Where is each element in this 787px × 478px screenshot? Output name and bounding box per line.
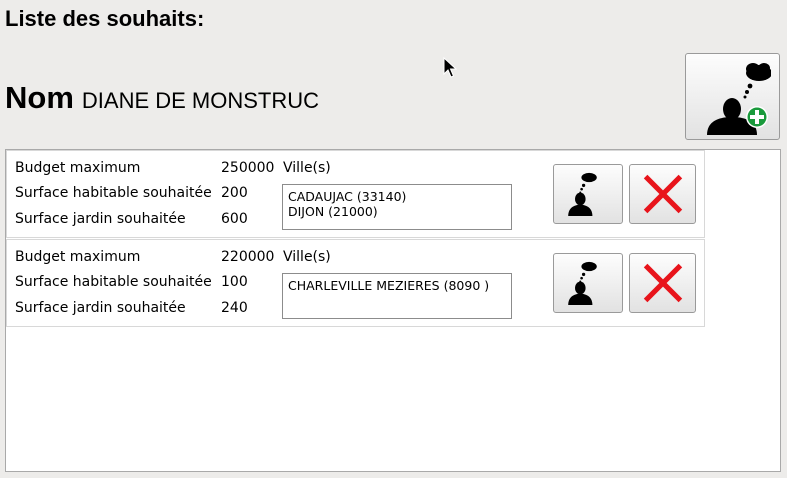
- cities-label: Ville(s): [283, 160, 331, 176]
- name-value: DIANE DE MONSTRUC: [81, 88, 320, 113]
- add-wish-button[interactable]: [685, 53, 780, 140]
- delete-wish-button[interactable]: [629, 253, 696, 313]
- person-thought-icon: [566, 172, 610, 216]
- delete-wish-button[interactable]: [629, 164, 696, 224]
- surface-jardin-value: 600: [221, 211, 248, 227]
- budget-label: Budget maximum: [15, 249, 141, 265]
- budget-value: 220000: [221, 249, 275, 265]
- surface-jardin-value: 240: [221, 300, 248, 316]
- edit-wish-button[interactable]: [553, 253, 623, 313]
- name-label: Nom: [5, 80, 74, 115]
- budget-label: Budget maximum: [15, 160, 141, 176]
- person-thought-plus-icon: [706, 62, 771, 135]
- wish-item: Budget maximum 220000 Surface habitable …: [6, 239, 705, 327]
- person-thought-icon: [566, 261, 610, 305]
- edit-wish-button[interactable]: [553, 164, 623, 224]
- name-row: Nom DIANE DE MONSTRUC: [5, 80, 319, 116]
- city-item[interactable]: CADAUJAC (33140): [288, 189, 506, 204]
- cities-list[interactable]: CADAUJAC (33140) DIJON (21000): [282, 184, 512, 230]
- budget-value: 250000: [221, 160, 275, 176]
- delete-icon: [639, 259, 687, 307]
- wish-list[interactable]: Budget maximum 250000 Surface habitable …: [5, 149, 781, 472]
- cities-label: Ville(s): [283, 249, 331, 265]
- cities-list[interactable]: CHARLEVILLE MEZIERES (8090 ): [282, 273, 512, 319]
- surface-habitable-value: 200: [221, 185, 248, 201]
- page-title: Liste des souhaits:: [5, 6, 205, 31]
- mouse-cursor-icon: [443, 57, 457, 78]
- surface-habitable-value: 100: [221, 274, 248, 290]
- surface-jardin-label: Surface jardin souhaitée: [15, 300, 186, 316]
- city-item[interactable]: DIJON (21000): [288, 204, 506, 219]
- wish-item: Budget maximum 250000 Surface habitable …: [6, 150, 705, 238]
- delete-icon: [639, 170, 687, 218]
- surface-habitable-label: Surface habitable souhaitée: [15, 274, 212, 290]
- city-item[interactable]: CHARLEVILLE MEZIERES (8090 ): [288, 278, 506, 293]
- surface-habitable-label: Surface habitable souhaitée: [15, 185, 212, 201]
- surface-jardin-label: Surface jardin souhaitée: [15, 211, 186, 227]
